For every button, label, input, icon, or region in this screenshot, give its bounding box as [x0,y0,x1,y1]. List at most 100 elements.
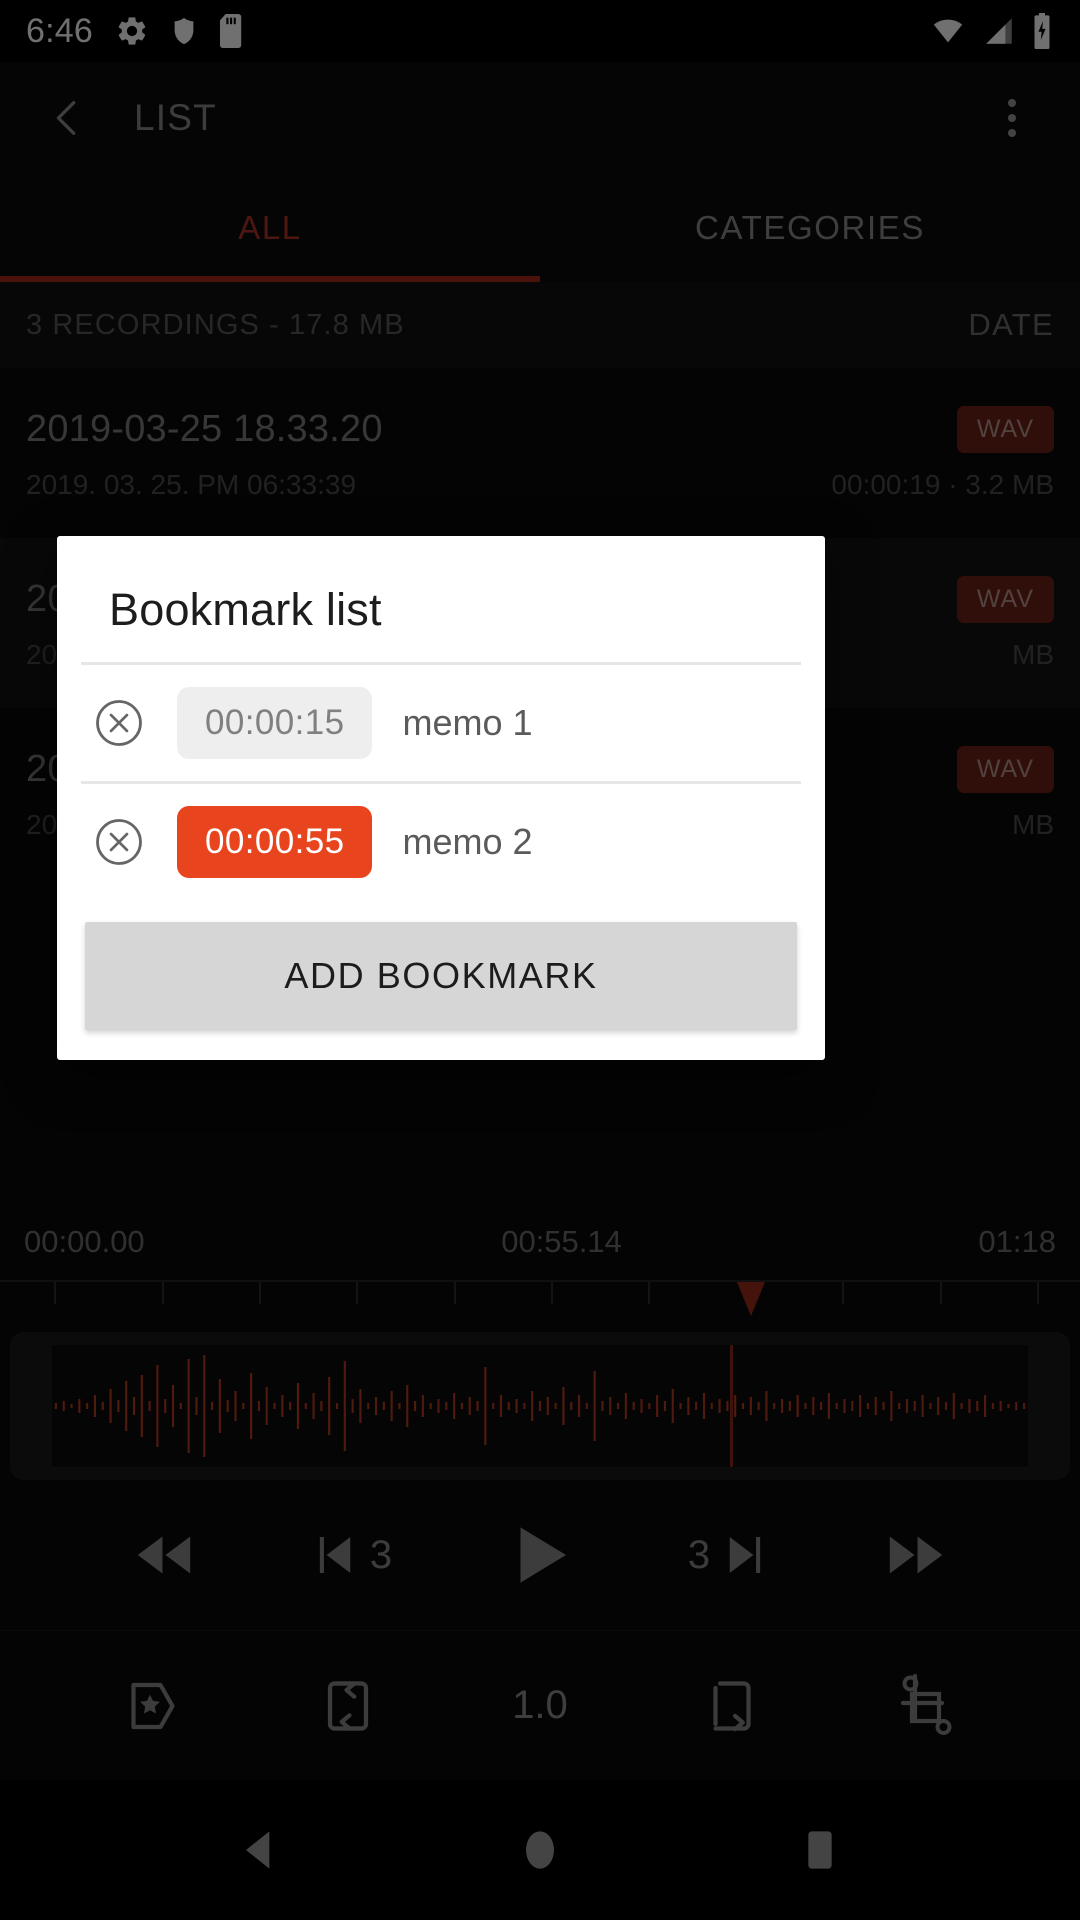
timeline-ruler[interactable] [0,1280,1080,1316]
fast-forward-button[interactable] [861,1500,971,1610]
tab-bar: ALL CATEGORIES [0,174,1080,282]
bookmark-label[interactable]: memo 1 [402,702,532,744]
recording-row[interactable]: 2019-03-25 18.33.20 WAV 2019. 03. 25. PM… [0,368,1080,538]
play-icon [520,1527,566,1583]
recording-row-secondary: 2019. 03. 25. PM 06:33:39 00:00:19 · 3.2… [26,469,1054,501]
status-bar-right-icons [928,13,1054,49]
recordings-summary: 3 RECORDINGS - 17.8 MB [26,308,405,341]
list-summary-bar: 3 RECORDINGS - 17.8 MB DATE [0,282,1080,368]
trim-button[interactable] [869,1651,979,1761]
playhead-line [730,1345,734,1467]
bookmark-time-chip[interactable]: 00:00:15 [177,687,373,759]
recording-meta: MB [1012,808,1054,840]
nav-home-icon [526,1831,554,1869]
bookmark-button[interactable] [101,1651,211,1761]
timeline-start-label: 00:00.00 [24,1224,145,1259]
back-button[interactable] [36,86,100,150]
delete-bookmark-button[interactable] [91,695,147,751]
skip-previous-icon [319,1537,351,1573]
timeline-section: 00:00.00 00:55.14 01:18 [0,1194,1080,1480]
jump-forward-button[interactable] [677,1651,787,1761]
recording-meta: 00:00:19 · 3.2 MB [831,468,1054,500]
timeline-labels: 00:00.00 00:55.14 01:18 [0,1216,1080,1268]
bottom-toolbar: 1.0 [0,1630,1080,1780]
bookmark-tag-icon [131,1682,175,1729]
previous-skip-count: 3 [369,1532,393,1577]
overflow-menu-icon [1008,99,1016,107]
sd-card-icon [219,14,242,48]
battery-charging-icon [1034,13,1050,49]
overflow-menu-icon-dot3 [1008,129,1016,137]
delete-bookmark-button[interactable] [91,814,147,870]
ruler-tick [648,1282,650,1304]
next-bookmark-button[interactable]: 3 [673,1500,783,1610]
repeat-section-icon [327,1680,369,1731]
waveform[interactable] [52,1345,1028,1467]
playback-speed-value: 1.0 [512,1683,568,1727]
transport-controls: 3 3 [0,1480,1080,1630]
timeline-current-label: 00:55.14 [501,1224,622,1259]
back-chevron-icon [56,101,76,135]
skip-next-icon [729,1537,761,1573]
tab-all[interactable]: ALL [0,174,540,282]
jump-forward-icon [713,1680,751,1731]
tab-indicator [0,276,540,282]
page-title: LIST [134,97,217,138]
delete-circle-icon [96,819,142,865]
sort-button[interactable]: DATE [968,307,1054,343]
recording-date: 2019. 03. 25. PM 06:33:39 [26,468,357,500]
recording-format-badge: WAV [956,745,1054,793]
nav-recents-icon [808,1831,832,1869]
bookmark-list-dialog: Bookmark list 00:00:15 memo 1 00:00:55 m [57,536,825,1060]
overflow-menu-button[interactable] [980,83,1044,153]
dialog-title: Bookmark list [109,584,382,635]
shield-icon [174,17,194,45]
cellular-signal-icon [986,18,1012,44]
playhead-marker-icon[interactable] [736,1282,765,1316]
ruler-tick [1036,1282,1039,1304]
recording-title: 2019-03-25 18.33.20 [26,407,383,450]
playback-speed-button[interactable]: 1.0 [485,1651,595,1761]
action-bar: LIST [0,62,1080,174]
status-bar: 6:46 [0,0,1080,62]
nav-back-icon [246,1831,270,1869]
delete-circle-icon [96,700,142,746]
ruler-tick [259,1282,262,1304]
recording-format-badge: WAV [956,405,1054,453]
waveform-card[interactable] [10,1332,1070,1480]
play-button[interactable] [485,1500,595,1610]
next-skip-count: 3 [687,1532,711,1577]
nav-back-button[interactable] [210,1800,310,1900]
trim-icon [900,1673,952,1735]
nav-recents-button[interactable] [770,1800,870,1900]
repeat-section-button[interactable] [293,1651,403,1761]
tab-categories[interactable]: CATEGORIES [540,174,1080,282]
timeline-end-label: 01:18 [978,1224,1056,1259]
overflow-menu-icon-dot2 [1008,114,1016,122]
ruler-tick [54,1282,56,1304]
recording-meta: MB [1012,638,1054,670]
bookmark-label[interactable]: memo 2 [402,821,532,863]
ruler-tick [842,1282,845,1304]
ruler-tick [453,1282,456,1304]
wifi-icon [933,19,963,43]
status-bar-clock: 6:46 [26,11,93,50]
ruler-tick [939,1282,942,1304]
rewind-button[interactable] [109,1500,219,1610]
fast-forward-icon [889,1536,943,1574]
bookmark-row[interactable]: 00:00:55 memo 2 [57,784,825,900]
ruler-tick [356,1282,359,1304]
waveform-graphic [54,1355,1026,1457]
nav-home-button[interactable] [490,1800,590,1900]
previous-bookmark-button[interactable]: 3 [297,1500,407,1610]
rewind-icon [137,1536,191,1574]
ruler-tick [162,1282,164,1304]
bookmark-time-chip[interactable]: 00:00:55 [177,806,373,878]
status-bar-left-icons [115,14,245,48]
android-navigation-bar [0,1780,1080,1920]
add-bookmark-button[interactable]: ADD BOOKMARK [85,922,797,1030]
phone-screen: 6:46 LIST ALL CATEGORIES 3 RECORDINGS - … [0,0,1080,1920]
recording-row-primary: 2019-03-25 18.33.20 WAV [26,405,1054,453]
ruler-tick [550,1282,553,1304]
bookmark-row[interactable]: 00:00:15 memo 1 [57,665,825,781]
